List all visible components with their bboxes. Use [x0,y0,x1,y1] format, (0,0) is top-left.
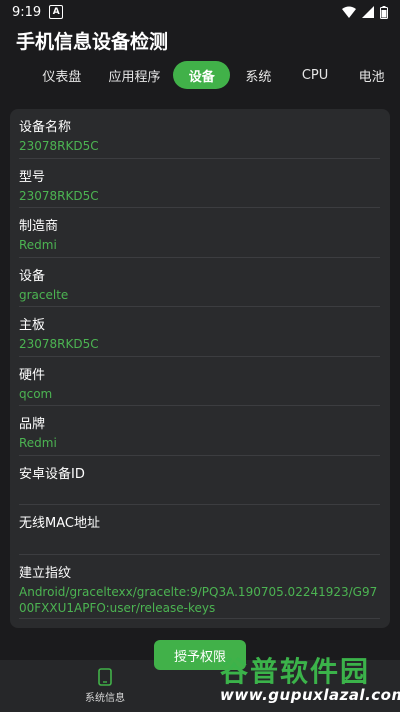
info-value: Android/graceltexx/gracelte:9/PQ3A.19070… [19,585,378,615]
info-value: Redmi [19,436,57,450]
notification-icon: A [49,5,64,19]
nav-label: 系统信息 [85,693,125,704]
info-item-device-name: 设备名称 23078RKD5C [19,109,380,159]
watermark-url: www.gupuxlazal.com [220,686,400,704]
info-label: 型号 [19,170,46,185]
info-item-model: 型号 23078RKD5C [19,159,380,208]
info-item-device: 设备 gracelte [19,258,380,307]
status-left: 9:19 A [12,4,64,20]
info-label: 建立指纹 [19,566,72,581]
info-item-board: 主板 23078RKD5C [19,307,380,357]
info-item-android-id: 安卓设备ID [19,456,380,505]
status-bar: 9:19 A [0,0,400,24]
tab-dashboard[interactable]: 仪表盘 [28,61,95,89]
nav-item-system-info[interactable]: 系统信息 [70,664,140,708]
wifi-icon [342,6,356,18]
info-item-hardware: 硬件 qcom [19,357,380,406]
phone-icon [98,668,112,686]
watermark-title: 谷普软件园 [220,655,371,688]
info-item-manufacturer: 制造商 Redmi [19,208,380,258]
info-value: 23078RKD5C [19,139,99,153]
info-label: 制造商 [19,219,59,234]
device-info-card: 设备名称 23078RKD5C 型号 23078RKD5C 制造商 Redmi … [10,109,390,628]
info-label: 设备 [19,269,46,284]
info-item-build-fingerprint: 建立指纹 Android/graceltexx/gracelte:9/PQ3A.… [19,555,380,619]
tab-bar: 仪表盘 应用程序 设备 系统 CPU 电池 [0,61,400,89]
info-value: qcom [19,387,53,401]
app-title: 手机信息设备检测 [16,31,169,53]
info-item-brand: 品牌 Redmi [19,406,380,456]
tab-system[interactable]: 系统 [230,61,287,89]
info-value: 23078RKD5C [19,337,99,351]
tab-battery[interactable]: 电池 [343,61,400,89]
info-value: gracelte [19,288,69,302]
info-label: 设备名称 [19,120,72,135]
info-label: 安卓设备ID [19,467,85,482]
tab-apps[interactable]: 应用程序 [96,61,174,89]
status-right [342,5,388,19]
battery-icon [380,5,388,19]
info-label: 主板 [19,318,46,333]
info-label: 无线MAC地址 [19,516,100,531]
status-time: 9:19 [12,4,42,20]
tab-device[interactable]: 设备 [173,61,231,89]
watermark: 谷普软件园 www.gupuxlazal.com [220,650,400,710]
info-label: 品牌 [19,417,46,432]
signal-icon [362,6,374,18]
info-label: 硬件 [19,368,46,383]
tab-cpu[interactable]: CPU [287,61,344,89]
info-item-wifi-mac: 无线MAC地址 [19,505,380,555]
info-value: 23078RKD5C [19,189,99,203]
info-value: Redmi [19,238,57,252]
